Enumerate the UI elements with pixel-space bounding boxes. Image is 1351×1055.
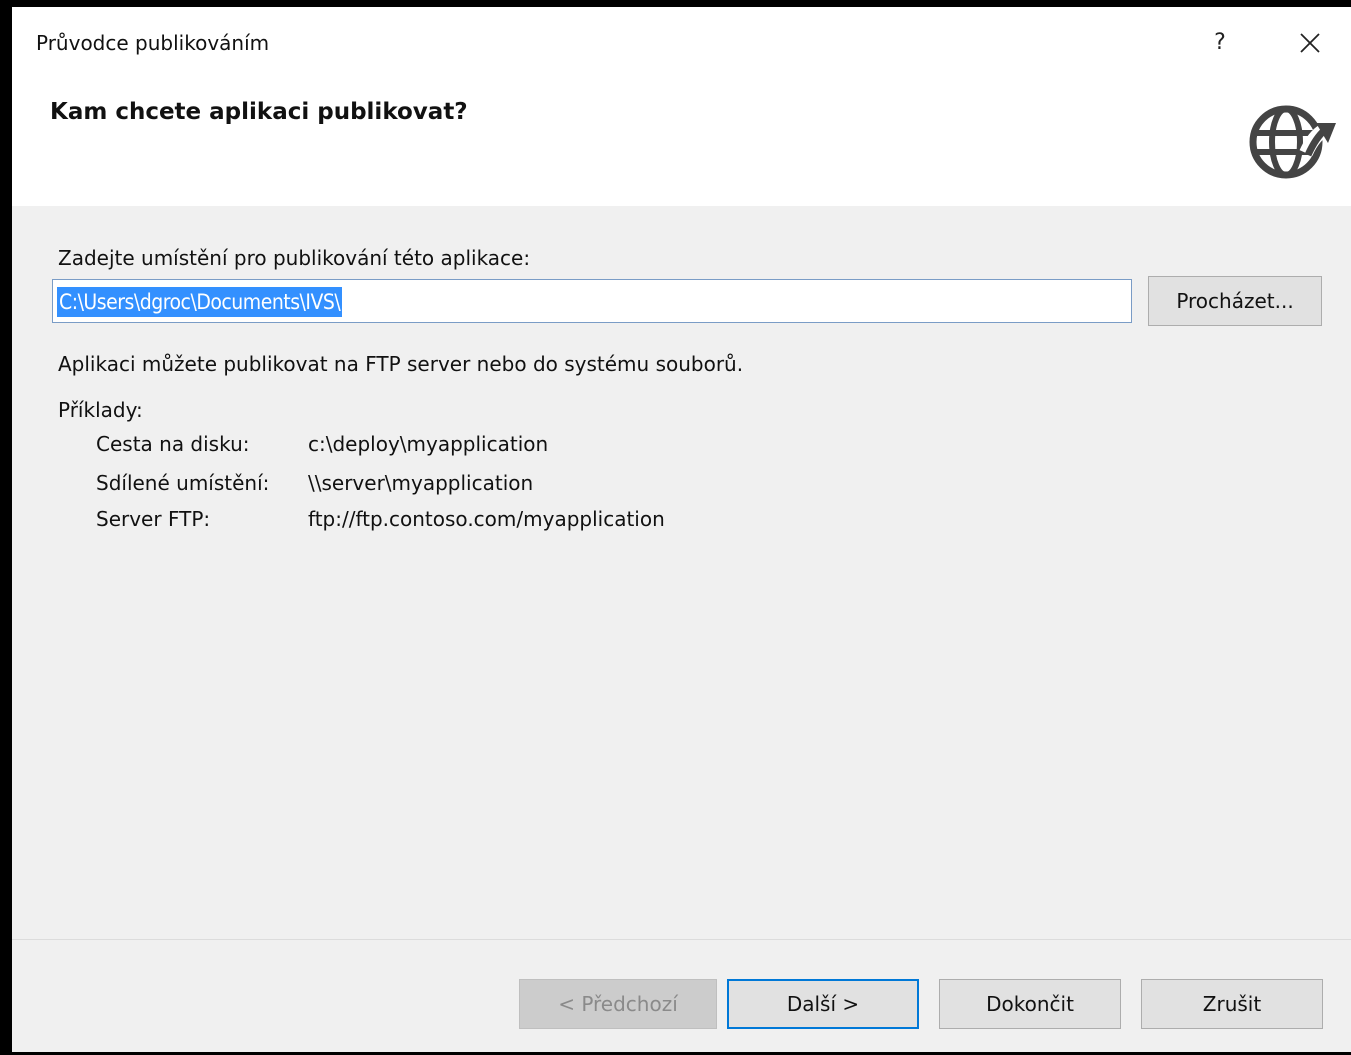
help-button[interactable]: ?	[1206, 25, 1234, 61]
globe-publish-icon	[1249, 105, 1336, 179]
location-input-value: C:\Users\dgroc\Documents\IVS\	[57, 287, 343, 317]
example-value: ftp://ftp.contoso.com/myapplication	[308, 507, 665, 531]
page-heading: Kam chcete aplikaci publikovat?	[50, 99, 468, 125]
previous-button[interactable]: < Předchozí	[519, 979, 717, 1029]
location-label: Zadejte umístění pro publikování této ap…	[58, 246, 531, 270]
example-value: c:\deploy\myapplication	[308, 432, 549, 456]
publish-wizard-dialog: Průvodce publikováním ? Kam chcete aplik…	[12, 7, 1351, 1052]
example-key: Server FTP:	[96, 507, 211, 531]
footer-divider	[12, 939, 1351, 940]
finish-button[interactable]: Dokončit	[939, 979, 1121, 1029]
example-key: Cesta na disku:	[96, 432, 250, 456]
close-icon	[1300, 33, 1320, 53]
title-bar: Průvodce publikováním ?	[12, 7, 1351, 79]
description-text: Aplikaci můžete publikovat na FTP server…	[58, 352, 744, 376]
location-input[interactable]: C:\Users\dgroc\Documents\IVS\	[52, 279, 1132, 323]
example-key: Sdílené umístění:	[96, 471, 270, 495]
example-value: \\server\myapplication	[308, 471, 534, 495]
cancel-button[interactable]: Zrušit	[1141, 979, 1323, 1029]
window-title: Průvodce publikováním	[36, 31, 270, 55]
wizard-header: Kam chcete aplikaci publikovat?	[12, 79, 1351, 206]
examples-label: Příklady:	[58, 398, 143, 422]
close-button[interactable]	[1292, 25, 1328, 61]
next-button[interactable]: Další >	[727, 979, 919, 1029]
browse-button[interactable]: Procházet...	[1148, 276, 1322, 326]
wizard-content: Zadejte umístění pro publikování této ap…	[12, 206, 1351, 946]
